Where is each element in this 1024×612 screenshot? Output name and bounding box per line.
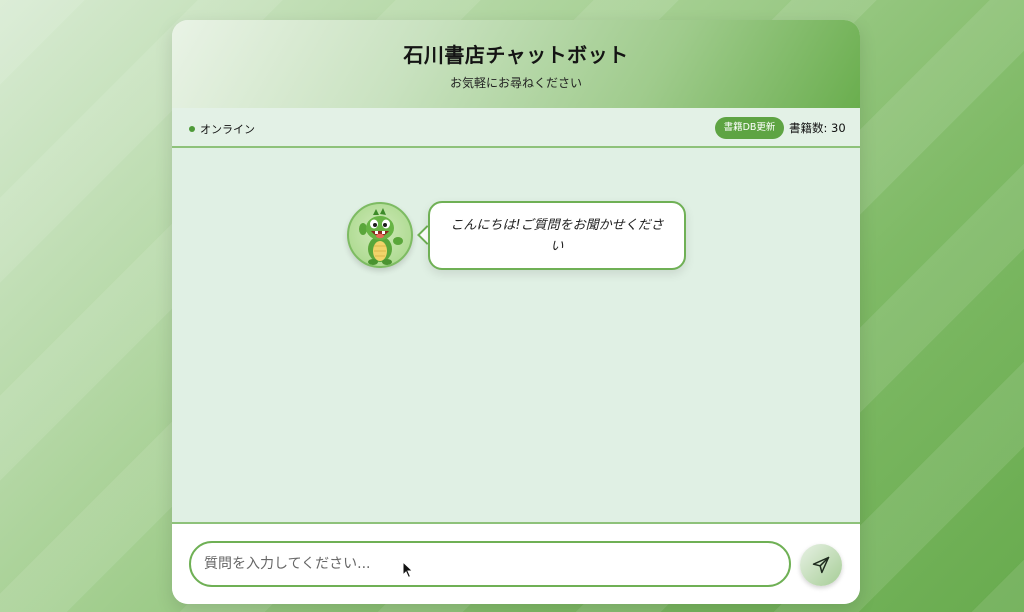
header: 石川書店チャットボット お気軽にお尋ねください xyxy=(172,20,860,108)
bot-message-bubble: こんにちは!ご質問をお聞かせください xyxy=(428,201,686,270)
send-button[interactable] xyxy=(800,544,842,586)
online-status: オンライン xyxy=(189,121,255,137)
input-bar xyxy=(172,522,860,604)
update-db-button[interactable]: 書籍DB更新 xyxy=(715,117,784,139)
book-count: 書籍数: 30 xyxy=(789,121,846,135)
online-dot-icon xyxy=(189,126,195,132)
dragon-mascot-icon xyxy=(347,202,413,268)
status-bar: オンライン 書籍DB更新 書籍数: 30 xyxy=(172,108,860,148)
send-icon xyxy=(812,556,830,574)
chat-window: 石川書店チャットボット お気軽にお尋ねください オンライン 書籍DB更新 書籍数… xyxy=(172,20,860,604)
question-input[interactable] xyxy=(189,541,791,587)
page-subtitle: お気軽にお尋ねください xyxy=(449,76,582,90)
online-label: オンライン xyxy=(200,123,255,136)
chat-area[interactable]: こんにちは!ご質問をお聞かせください xyxy=(172,148,860,522)
page-title: 石川書店チャットボット xyxy=(403,43,629,67)
